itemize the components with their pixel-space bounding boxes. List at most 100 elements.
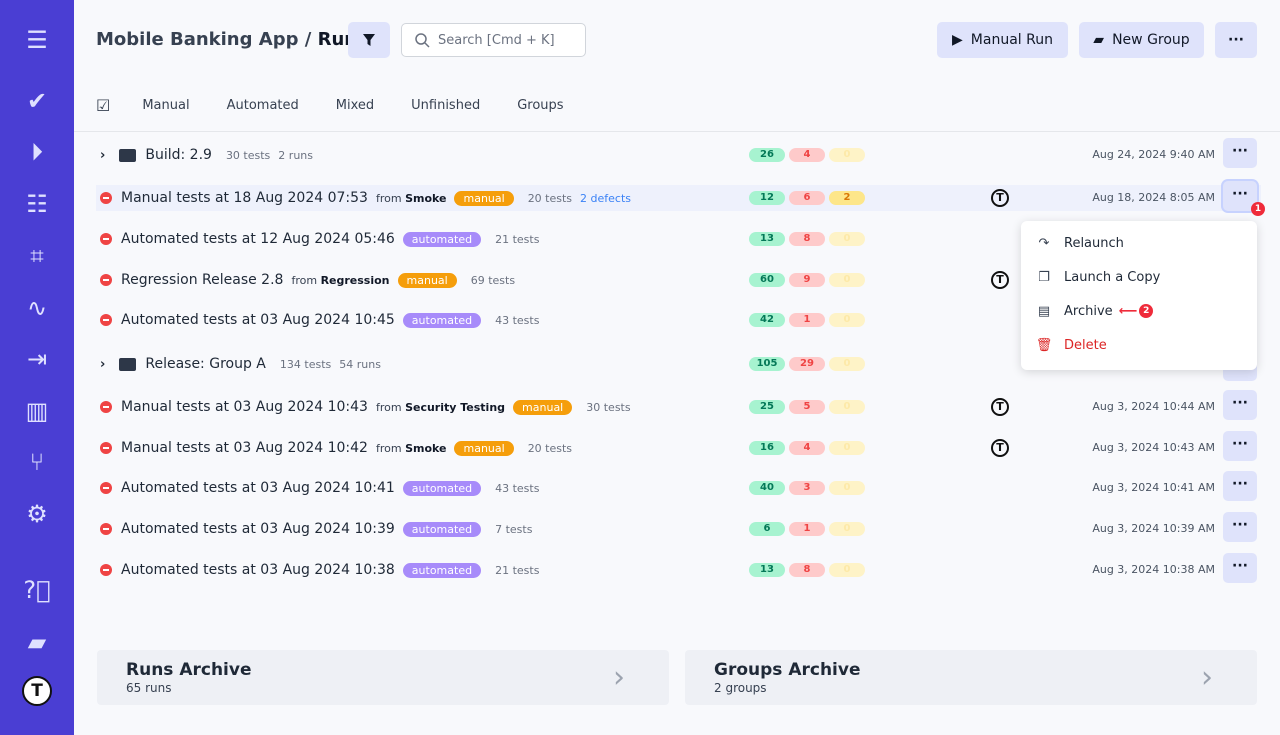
result-counts: 40 3 0	[749, 481, 865, 495]
branch-icon[interactable]: ⑂	[19, 444, 55, 480]
run-row[interactable]: Manual tests at 18 Aug 2024 07:53 from Sm…	[96, 181, 1261, 211]
sidebar: ☰ ✔ ⏵ ☷ ⌗ ∿ ⇥ ▥ ⑂ ⚙ ?⃝ ▰ T	[0, 0, 74, 735]
logo-icon[interactable]: T	[22, 676, 52, 706]
run-name[interactable]: Automated tests at 03 Aug 2024 10:45	[121, 312, 395, 328]
defects-link[interactable]: 2 defects	[580, 192, 631, 205]
step-badge-2: 2	[1139, 304, 1154, 318]
run-name[interactable]: Manual tests at 03 Aug 2024 10:43	[121, 399, 368, 415]
run-name[interactable]: Manual tests at 18 Aug 2024 07:53	[121, 190, 368, 206]
menu-item-archive[interactable]: ▤ Archive ⟵ 2	[1035, 301, 1154, 321]
run-type-badge: manual	[513, 399, 573, 415]
run-type-badge: automated	[402, 231, 482, 247]
run-row[interactable]: Automated tests at 03 Aug 2024 10:39 auto…	[96, 512, 1261, 542]
menu-label: Relaunch	[1064, 235, 1124, 251]
run-source: from Regression	[291, 274, 389, 287]
select-all-icon[interactable]: ☑	[96, 96, 110, 115]
row-more-button[interactable]: ···	[1223, 390, 1257, 420]
steps-icon[interactable]: ⌗	[19, 238, 55, 274]
failed-status-icon	[100, 274, 112, 286]
run-type-badge: manual	[454, 440, 514, 456]
row-more-button[interactable]: ···	[1223, 138, 1257, 168]
group-name[interactable]: Release: Group A	[145, 356, 266, 372]
run-type-badge: manual	[454, 190, 514, 206]
search-input[interactable]: Search [Cmd + K]	[401, 23, 586, 57]
group-row[interactable]: › Build: 2.9 30 tests 2 runs 26 4 0 Aug 24, 202…	[96, 138, 1261, 168]
run-date: Aug 3, 2024 10:43 AM	[1092, 441, 1215, 454]
archive-icon: ▤	[1037, 303, 1051, 319]
run-name[interactable]: Automated tests at 03 Aug 2024 10:41	[121, 480, 395, 496]
folder-icon	[119, 357, 137, 371]
pulse-icon[interactable]: ∿	[19, 290, 55, 326]
skipped-count: 0	[829, 400, 865, 414]
failed-status-icon	[100, 233, 112, 245]
check-icon[interactable]: ✔	[19, 83, 55, 119]
more-button[interactable]: ···	[1215, 22, 1257, 58]
failed-status-icon	[100, 401, 112, 413]
run-name[interactable]: Automated tests at 03 Aug 2024 10:38	[121, 562, 395, 578]
card-title: Runs Archive	[126, 660, 252, 680]
chart-icon[interactable]: ▥	[19, 393, 55, 429]
run-name[interactable]: Manual tests at 03 Aug 2024 10:42	[121, 440, 368, 456]
run-row[interactable]: Manual tests at 03 Aug 2024 10:42 from Sm…	[96, 431, 1261, 461]
tab-mixed[interactable]: Mixed	[336, 98, 374, 113]
row-more-button[interactable]: ···	[1223, 512, 1257, 542]
from-label: from	[291, 273, 318, 287]
menu-icon[interactable]: ☰	[19, 22, 55, 58]
card-subtitle: 2 groups	[714, 681, 767, 695]
search-placeholder: Search [Cmd + K]	[438, 33, 555, 48]
row-more-button[interactable]: ···	[1223, 431, 1257, 461]
menu-item-delete[interactable]: 🗑 Delete	[1035, 335, 1107, 355]
failed-status-icon	[100, 482, 112, 494]
chevron-right-icon: ›	[1201, 660, 1213, 695]
skipped-count: 0	[829, 441, 865, 455]
import-icon[interactable]: ⇥	[19, 341, 55, 377]
manual-run-label: Manual Run	[970, 32, 1053, 48]
play-icon: ▶	[952, 32, 963, 48]
row-context-menu: ↷ Relaunch ❐ Launch a Copy ▤ Archive ⟵ 2 🗑 Del…	[1021, 221, 1257, 370]
run-row[interactable]: Automated tests at 03 Aug 2024 10:38 auto…	[96, 553, 1261, 583]
run-name[interactable]: Regression Release 2.8	[121, 272, 283, 288]
failed-status-icon	[100, 564, 112, 576]
result-counts: 13 8 0	[749, 563, 865, 577]
project-link[interactable]: Mobile Banking App	[96, 29, 298, 50]
run-row[interactable]: Automated tests at 03 Aug 2024 10:41 auto…	[96, 471, 1261, 501]
failed-count: 6	[789, 191, 825, 205]
passed-count: 13	[749, 232, 785, 246]
menu-item-relaunch[interactable]: ↷ Relaunch	[1035, 233, 1124, 253]
source-name: Smoke	[405, 441, 447, 455]
tab-manual[interactable]: Manual	[142, 98, 189, 113]
folder-icon[interactable]: ▰	[19, 624, 55, 660]
groups-archive-card[interactable]: Groups Archive 2 groups ›	[685, 650, 1257, 705]
skipped-count: 0	[829, 273, 865, 287]
row-more-button[interactable]: ···	[1223, 553, 1257, 583]
help-icon[interactable]: ?⃝	[19, 572, 55, 608]
run-row[interactable]: Manual tests at 03 Aug 2024 10:43 from Se…	[96, 390, 1261, 420]
run-name[interactable]: Automated tests at 03 Aug 2024 10:39	[121, 521, 395, 537]
play-circle-icon[interactable]: ⏵	[19, 134, 55, 170]
folder-plus-icon: ▰	[1093, 32, 1105, 48]
new-group-button[interactable]: ▰ New Group	[1079, 22, 1204, 58]
failed-count: 3	[789, 481, 825, 495]
skipped-count: 0	[829, 357, 865, 371]
tab-unfinished[interactable]: Unfinished	[411, 98, 480, 113]
passed-count: 42	[749, 313, 785, 327]
group-name[interactable]: Build: 2.9	[145, 147, 212, 163]
chevron-right-icon[interactable]: ›	[100, 148, 105, 163]
row-more-button[interactable]: ···	[1223, 471, 1257, 501]
skipped-count: 2	[829, 191, 865, 205]
manual-run-button[interactable]: ▶ Manual Run	[937, 22, 1068, 58]
run-name[interactable]: Automated tests at 12 Aug 2024 05:46	[121, 231, 395, 247]
menu-item-launch-copy[interactable]: ❐ Launch a Copy	[1035, 267, 1160, 287]
passed-count: 60	[749, 273, 785, 287]
gear-icon[interactable]: ⚙	[19, 496, 55, 532]
run-type-badge: automated	[402, 312, 482, 328]
copy-icon: ❐	[1038, 269, 1050, 285]
result-counts: 25 5 0	[749, 400, 865, 414]
chevron-right-icon[interactable]: ›	[100, 357, 105, 372]
passed-count: 13	[749, 563, 785, 577]
tab-groups[interactable]: Groups	[517, 98, 563, 113]
checklist-icon[interactable]: ☷	[19, 186, 55, 222]
tab-automated[interactable]: Automated	[227, 98, 299, 113]
runs-archive-card[interactable]: Runs Archive 65 runs ›	[97, 650, 669, 705]
filter-button[interactable]	[348, 22, 390, 58]
